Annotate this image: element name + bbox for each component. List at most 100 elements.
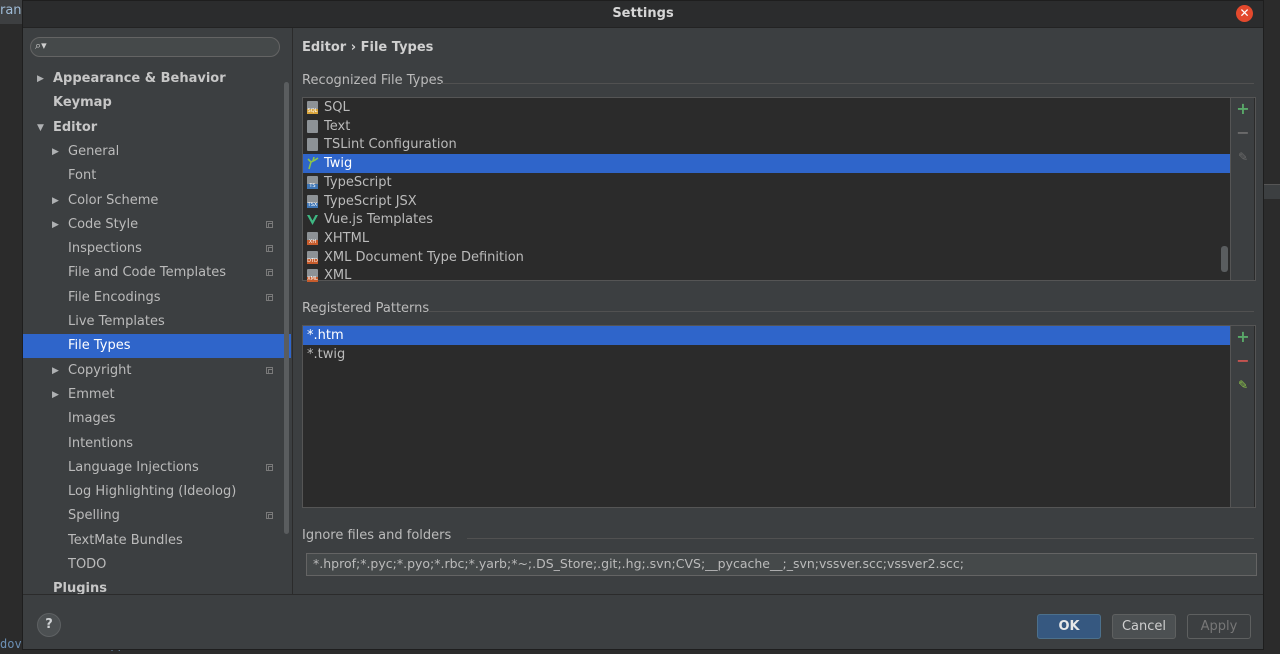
file-type-row[interactable]: XH XHTML — [303, 229, 1230, 248]
patterns-toolbar: + − ✎ — [1230, 326, 1254, 507]
collapsed-arrow-icon[interactable]: ▶ — [52, 213, 59, 237]
sidebar-item-emmet[interactable]: ▶ Emmet — [23, 383, 285, 407]
file-type-label: XML Document Type Definition — [324, 249, 524, 265]
file-type-row[interactable]: SQL SQL — [303, 98, 1230, 117]
sidebar-item-color-scheme[interactable]: ▶ Color Scheme — [23, 189, 285, 213]
collapsed-arrow-icon[interactable]: ▶ — [52, 359, 59, 383]
sidebar-item-label: File Encodings — [68, 289, 161, 305]
remove-pattern-button[interactable]: − — [1231, 353, 1255, 369]
text-file-icon — [307, 119, 318, 133]
sidebar-item-inspections[interactable]: Inspections — [23, 237, 285, 261]
settings-sidebar: ⌕▾ ▶ Appearance & Behavior Keymap ▼ Editor ▶ G… — [23, 28, 293, 596]
tslint-file-icon — [307, 138, 318, 152]
ok-button[interactable]: OK — [1037, 614, 1101, 639]
sidebar-item-log-highlighting-ideolog[interactable]: Log Highlighting (Ideolog) — [23, 480, 285, 504]
file-type-row[interactable]: DTD XML Document Type Definition — [303, 248, 1230, 267]
settings-search-input[interactable]: ⌕▾ — [30, 37, 280, 57]
sidebar-item-editor[interactable]: ▼ Editor — [23, 116, 285, 140]
sidebar-item-font[interactable]: Font — [23, 164, 285, 188]
file-type-badge: TSX — [307, 201, 318, 208]
collapsed-arrow-icon[interactable]: ▶ — [52, 383, 59, 407]
sidebar-item-images[interactable]: Images — [23, 407, 285, 431]
remove-file-type-button[interactable]: − — [1231, 125, 1255, 141]
file-type-label: TypeScript JSX — [324, 193, 417, 209]
dialog-title: Settings — [612, 6, 674, 21]
typescript-file-icon: TS — [307, 175, 318, 189]
sidebar-item-keymap[interactable]: Keymap — [23, 91, 285, 115]
sidebar-item-file-and-code-templates[interactable]: File and Code Templates — [23, 261, 285, 285]
section-divider — [441, 83, 1254, 84]
file-type-badge: SQL — [307, 108, 318, 114]
sidebar-item-appearance-behavior[interactable]: ▶ Appearance & Behavior — [23, 67, 285, 91]
add-pattern-button[interactable]: + — [1231, 329, 1255, 345]
file-type-label: TypeScript — [324, 174, 392, 190]
sidebar-item-intentions[interactable]: Intentions — [23, 432, 285, 456]
ignore-files-label: Ignore files and folders — [302, 528, 452, 543]
file-types-scrollbar[interactable] — [1221, 246, 1228, 272]
file-type-label: Text — [324, 118, 351, 134]
project-scope-icon — [266, 366, 273, 374]
sidebar-item-textmate-bundles[interactable]: TextMate Bundles — [23, 529, 285, 553]
edit-file-type-button[interactable]: ✎ — [1231, 149, 1255, 165]
sidebar-item-todo[interactable]: TODO — [23, 553, 285, 577]
sidebar-item-language-injections[interactable]: Language Injections — [23, 456, 285, 480]
sidebar-item-label: Appearance & Behavior — [53, 71, 226, 86]
sidebar-item-spelling[interactable]: Spelling — [23, 504, 285, 528]
pattern-row[interactable]: *.twig — [303, 345, 1230, 364]
sidebar-item-label: File Types — [68, 338, 131, 354]
sidebar-item-label: Spelling — [68, 508, 120, 524]
file-type-row[interactable]: TSLint Configuration — [303, 135, 1230, 154]
sidebar-item-copyright[interactable]: ▶ Copyright — [23, 359, 285, 383]
sidebar-item-general[interactable]: ▶ General — [23, 140, 285, 164]
add-file-type-button[interactable]: + — [1231, 101, 1255, 117]
expanded-arrow-icon[interactable]: ▼ — [37, 116, 44, 140]
edit-pattern-button[interactable]: ✎ — [1231, 377, 1255, 393]
project-scope-icon — [266, 269, 273, 277]
file-types-panel: Editor › File Types Recognized File Type… — [293, 28, 1263, 594]
cancel-button[interactable]: Cancel — [1112, 614, 1176, 639]
sidebar-item-live-templates[interactable]: Live Templates — [23, 310, 285, 334]
help-button[interactable]: ? — [37, 613, 61, 637]
file-type-row[interactable]: Text — [303, 117, 1230, 136]
file-type-badge: XML — [307, 276, 318, 283]
file-types-toolbar: + − ✎ — [1230, 98, 1254, 280]
search-icon: ⌕▾ — [35, 39, 47, 52]
apply-button[interactable]: Apply — [1187, 614, 1251, 639]
sidebar-item-label: Emmet — [68, 386, 115, 402]
title-bar: Settings ✕ — [23, 1, 1263, 28]
close-icon[interactable]: ✕ — [1236, 5, 1253, 22]
sidebar-item-label: Font — [68, 168, 97, 184]
project-scope-icon — [266, 245, 273, 253]
collapsed-arrow-icon[interactable]: ▶ — [52, 140, 59, 164]
file-type-row[interactable]: Vue.js Templates — [303, 210, 1230, 229]
sidebar-scrollbar[interactable] — [284, 82, 289, 534]
file-type-label: TSLint Configuration — [324, 137, 457, 153]
sidebar-item-label: Color Scheme — [68, 192, 159, 208]
file-type-label: SQL — [324, 100, 350, 115]
sidebar-item-file-encodings[interactable]: File Encodings — [23, 286, 285, 310]
sidebar-item-code-style[interactable]: ▶ Code Style — [23, 213, 285, 237]
sidebar-item-plugins[interactable]: Plugins — [23, 577, 285, 601]
sidebar-item-label: Code Style — [68, 216, 139, 232]
sidebar-item-label: General — [68, 143, 120, 159]
sidebar-item-file-types[interactable]: File Types — [23, 334, 291, 359]
sidebar-item-label: File and Code Templates — [68, 265, 226, 281]
dtd-file-icon: DTD — [307, 250, 318, 264]
project-scope-icon — [266, 512, 273, 520]
file-type-row[interactable]: TSX TypeScript JSX — [303, 192, 1230, 211]
file-type-row[interactable]: TS TypeScript — [303, 173, 1230, 192]
ignore-files-input[interactable]: *.hprof;*.pyc;*.pyo;*.rbc;*.yarb;*~;.DS_… — [306, 553, 1257, 576]
vue-file-icon — [307, 213, 318, 226]
collapsed-arrow-icon[interactable]: ▶ — [37, 67, 44, 91]
file-type-row[interactable]: XML XML — [303, 266, 1230, 285]
recognized-file-types-list[interactable]: SQL SQL Text TSLint Configuration Twig TS Type… — [302, 97, 1256, 283]
pattern-label: *.twig — [307, 347, 346, 362]
sidebar-item-label: TextMate Bundles — [68, 532, 183, 548]
collapsed-arrow-icon[interactable]: ▶ — [52, 189, 59, 213]
pattern-row[interactable]: *.htm — [303, 326, 1230, 345]
registered-patterns-list[interactable]: *.htm *.twig + − ✎ — [302, 325, 1256, 508]
sidebar-item-label: Live Templates — [68, 314, 165, 329]
sidebar-item-label: Copyright — [68, 362, 132, 378]
registered-patterns-label: Registered Patterns — [302, 301, 430, 316]
file-type-row[interactable]: Twig — [303, 154, 1230, 174]
